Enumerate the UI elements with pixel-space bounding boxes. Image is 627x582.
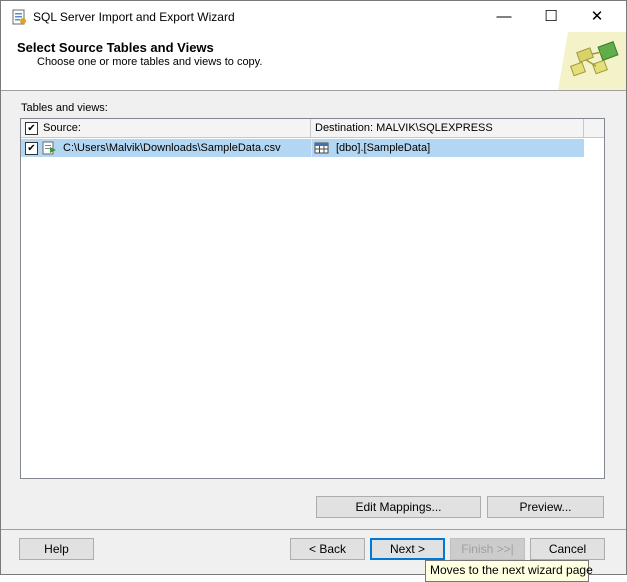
source-path: C:\Users\Malvik\Downloads\SampleData.csv [63,142,281,154]
wizard-banner-graphic [558,32,626,90]
close-button[interactable]: ✕ [574,1,620,32]
next-button-tooltip: Moves to the next wizard page [425,560,593,582]
row-checkbox[interactable]: ✔ [25,142,38,155]
minimize-button[interactable]: — [481,1,527,32]
next-button[interactable]: Next > [370,538,445,560]
title-bar[interactable]: SQL Server Import and Export Wizard — ☐ … [1,1,626,32]
window-title: SQL Server Import and Export Wizard [33,10,235,24]
grid-header: ✔ Source: Destination: MALVIK\SQLEXPRESS [21,119,604,138]
destination-table[interactable]: [dbo].[SampleData] [336,142,430,154]
source-file-icon [42,141,56,155]
maximize-button[interactable]: ☐ [528,1,574,32]
tables-views-label: Tables and views: [21,102,108,114]
back-button[interactable]: < Back [290,538,365,560]
column-header-destination[interactable]: Destination: MALVIK\SQLEXPRESS [311,119,584,137]
table-row[interactable]: ✔ C:\Users\Malvik\Downloads\SampleData.c… [21,139,584,157]
wizard-window: SQL Server Import and Export Wizard — ☐ … [0,0,627,575]
table-icon[interactable] [314,140,330,156]
help-button[interactable]: Help [19,538,94,560]
page-subtitle: Choose one or more tables and views to c… [37,56,263,68]
wizard-app-icon [12,9,26,25]
tables-grid[interactable]: ✔ Source: Destination: MALVIK\SQLEXPRESS… [20,118,605,479]
preview-button[interactable]: Preview... [487,496,604,518]
select-all-checkbox[interactable]: ✔ [25,122,38,135]
finish-button[interactable]: Finish >>| [450,538,525,560]
column-divider [311,139,312,157]
wizard-header: Select Source Tables and Views Choose on… [1,32,626,91]
column-header-source[interactable]: Source: [39,119,311,137]
edit-mappings-button[interactable]: Edit Mappings... [316,496,481,518]
footer-separator [1,529,626,530]
cancel-button[interactable]: Cancel [530,538,605,560]
page-title: Select Source Tables and Views [17,40,214,55]
